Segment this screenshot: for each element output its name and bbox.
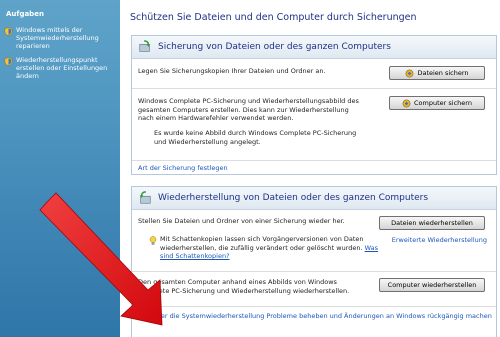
system-restore-link[interactable]: Über die Systemwiederherstellung Problem… (152, 312, 492, 321)
restore-files-text: Stellen Sie Dateien und Ordner von einer… (138, 217, 345, 225)
restore-panel-heading: Wiederherstellung von Dateien oder des g… (158, 193, 429, 203)
restore-pc-text: Den gesamten Computer anhand eines Abbil… (138, 278, 350, 295)
restore-pc-section: Den gesamten Computer anhand eines Abbil… (132, 272, 496, 307)
shield-icon (140, 312, 149, 321)
backup-pc-button-label: Computer sichern (414, 99, 472, 107)
backup-pc-text: Windows Complete PC-Sicherung und Wieder… (138, 97, 359, 122)
task-sidebar: Aufgaben Windows mittels der Systemwiede… (0, 0, 120, 337)
backup-panel-heading: Sicherung von Dateien oder des ganzen Co… (158, 42, 391, 52)
shadow-copy-text: Mit Schattenkopien lassen sich Vorgänger… (160, 235, 382, 261)
backup-pc-note: Es wurde keine Abbild durch Windows Comp… (154, 129, 357, 146)
backup-files-button[interactable]: Dateien sichern (389, 66, 485, 80)
backup-type-link[interactable]: Art der Sicherung festlegen (138, 164, 228, 173)
task-system-restore-repair[interactable]: Windows mittels der Systemwiederherstell… (4, 26, 116, 50)
lightbulb-icon (149, 236, 157, 245)
restore-panel-header: Wiederherstellung von Dateien oder des g… (132, 187, 496, 210)
main-content: Schützen Sie Dateien und den Computer du… (120, 0, 500, 337)
task-label: Windows mittels der Systemwiederherstell… (16, 26, 99, 50)
advanced-restore-link[interactable]: Erweiterte Wiederherstellung (392, 236, 487, 245)
backup-pc-section: Windows Complete PC-Sicherung und Wieder… (132, 89, 496, 161)
restore-panel: Wiederherstellung von Dateien oder des g… (131, 186, 497, 337)
backup-shield-icon (402, 99, 411, 107)
task-label: Wiederherstellungspunkt erstellen oder E… (16, 56, 108, 80)
backup-files-text: Legen Sie Sicherungskopien Ihrer Dateien… (138, 67, 326, 75)
restore-pc-button[interactable]: Computer wiederherstellen (379, 278, 485, 292)
backup-icon (139, 40, 151, 52)
restore-files-button-label: Dateien wiederherstellen (391, 219, 473, 227)
backup-type-section: Art der Sicherung festlegen (132, 161, 496, 176)
backup-panel: Sicherung von Dateien oder des ganzen Co… (131, 35, 497, 175)
system-restore-section: Über die Systemwiederherstellung Problem… (132, 307, 496, 337)
backup-panel-header: Sicherung von Dateien oder des ganzen Co… (132, 36, 496, 59)
sidebar-title: Aufgaben (6, 10, 44, 18)
backup-shield-icon (406, 69, 414, 77)
shadow-copy-description: Mit Schattenkopien lassen sich Vorgänger… (160, 235, 364, 252)
shield-icon (4, 27, 13, 36)
backup-files-section: Legen Sie Sicherungskopien Ihrer Dateien… (132, 59, 496, 89)
backup-pc-button[interactable]: Computer sichern (389, 96, 485, 110)
task-create-restore-point[interactable]: Wiederherstellungspunkt erstellen oder E… (4, 56, 116, 80)
restore-files-button[interactable]: Dateien wiederherstellen (379, 216, 485, 230)
shield-icon (4, 57, 13, 66)
backup-files-button-label: Dateien sichern (417, 69, 469, 77)
restore-icon (139, 191, 151, 204)
restore-files-section: Stellen Sie Dateien und Ordner von einer… (132, 210, 496, 272)
page-title: Schützen Sie Dateien und den Computer du… (130, 12, 417, 23)
restore-pc-button-label: Computer wiederherstellen (387, 281, 477, 289)
